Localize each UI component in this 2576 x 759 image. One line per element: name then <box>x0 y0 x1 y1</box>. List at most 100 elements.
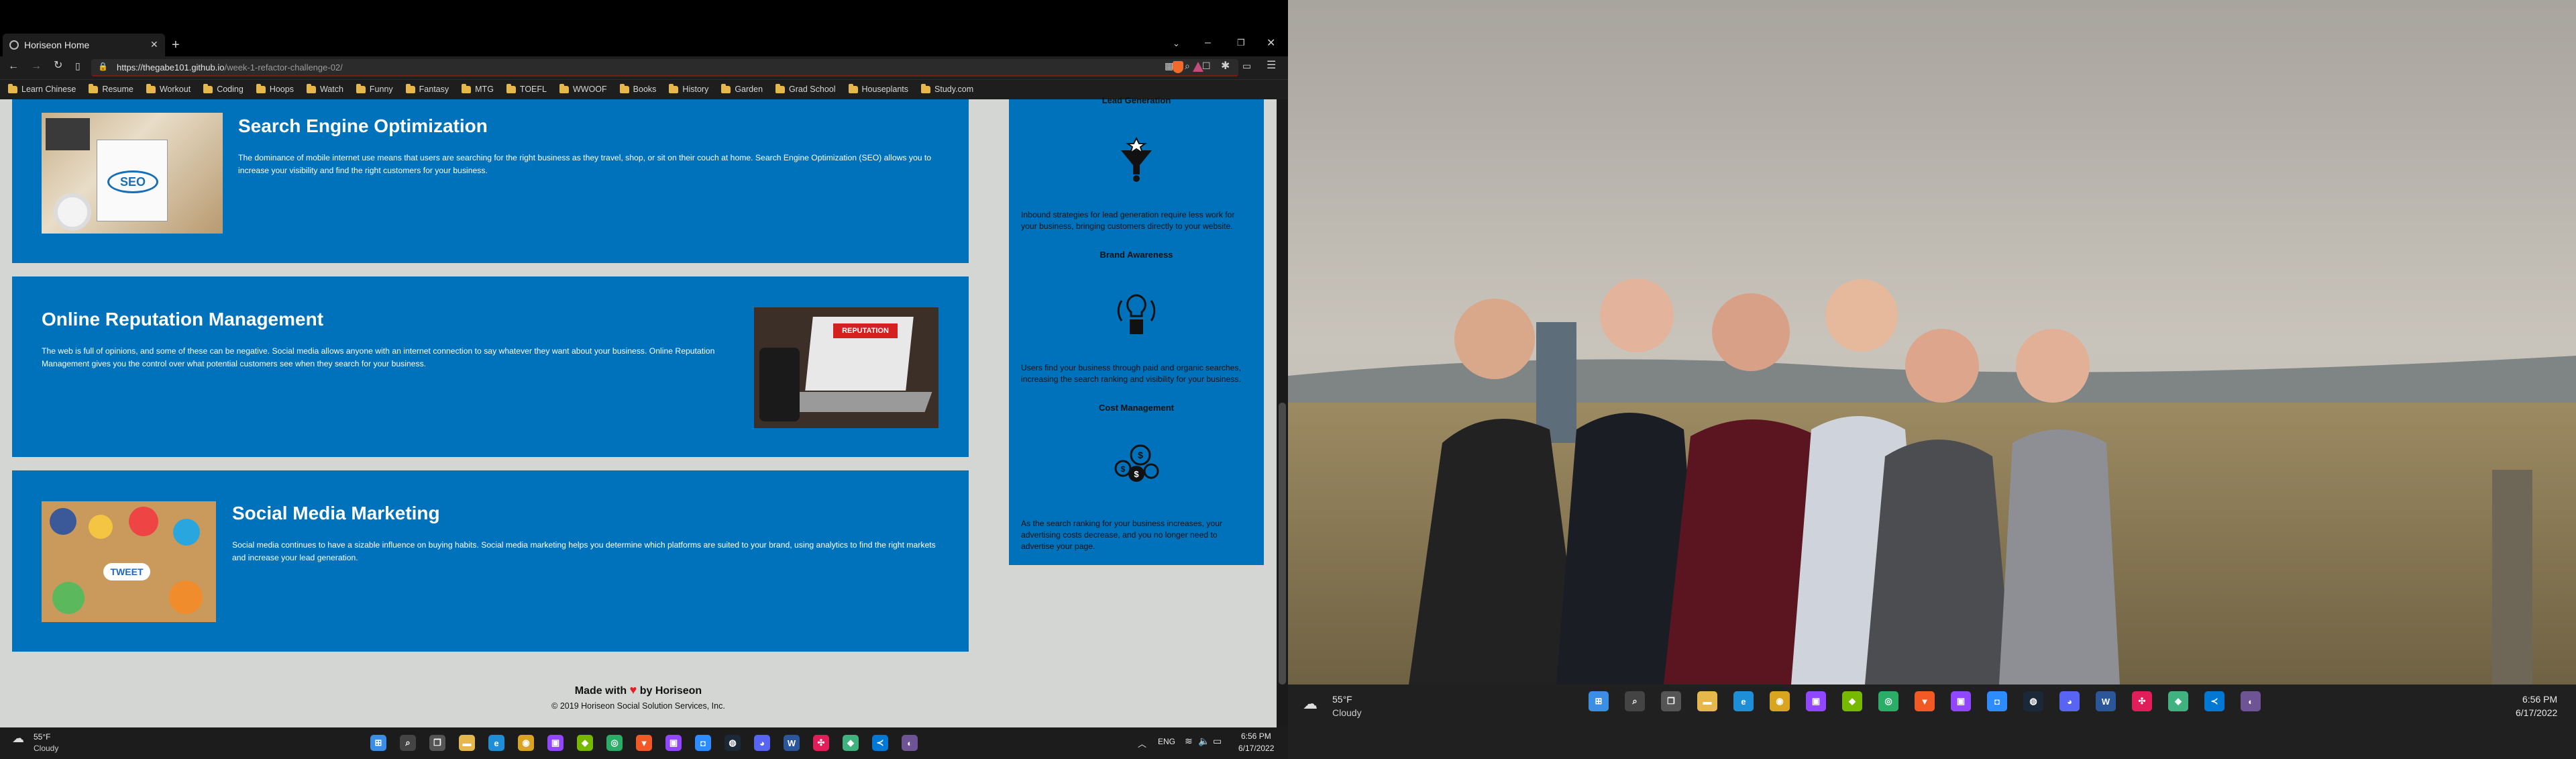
clock-date[interactable]: 6/17/2022 <box>1238 744 1274 753</box>
bookmark-item[interactable]: Study.com <box>921 83 974 94</box>
battery-icon[interactable]: ▭ <box>1213 736 1222 747</box>
close-tab-icon[interactable]: ✕ <box>150 40 158 49</box>
slack-icon[interactable]: ✣ <box>2132 691 2152 711</box>
bookmark-label: MTG <box>475 85 494 94</box>
bookmark-item[interactable]: MTG <box>462 83 494 94</box>
word-icon[interactable]: W <box>784 735 800 751</box>
chrome-icon[interactable]: ◉ <box>518 735 534 751</box>
scrollbar-thumb[interactable] <box>1279 403 1286 685</box>
brave-rewards-icon[interactable] <box>1193 62 1203 72</box>
tab-horiseon[interactable]: Horiseon Home ✕ <box>3 34 165 58</box>
reload-icon[interactable]: ↻ <box>54 60 62 71</box>
bookmark-item[interactable]: Houseplants <box>848 83 908 94</box>
weather-desc[interactable]: Cloudy <box>1332 707 1362 718</box>
bookmark-item[interactable]: Grad School <box>775 83 836 94</box>
cloud-icon: ☁ <box>12 731 24 745</box>
app-icon[interactable]: ◆ <box>843 735 859 751</box>
forward-icon[interactable]: → <box>31 61 42 72</box>
folder-icon <box>669 83 679 93</box>
app-icon[interactable]: ◆ <box>2168 691 2188 711</box>
language-indicator[interactable]: ENG <box>1158 737 1175 746</box>
brave-icon[interactable]: ▼ <box>636 735 652 751</box>
browser-window: Horiseon Home ✕ + ⌄ – ❐ ✕ ← → ↻ ▯ 🔒 http… <box>0 0 1288 727</box>
folder-icon <box>775 83 786 93</box>
social-image: TWEET <box>42 501 216 622</box>
folder-icon <box>462 83 472 93</box>
menu-icon[interactable]: ☰ <box>1267 60 1276 71</box>
vscode-icon[interactable]: ≺ <box>872 735 888 751</box>
windows-start-icon[interactable]: ⊞ <box>370 735 386 751</box>
bookmark-item[interactable]: History <box>669 83 708 94</box>
bookmark-item[interactable]: Funny <box>356 83 393 94</box>
clock-date[interactable]: 6/17/2022 <box>2516 707 2557 718</box>
new-tab-icon[interactable]: + <box>172 38 180 52</box>
bookmark-item[interactable]: WWOOF <box>559 83 607 94</box>
edge-icon[interactable]: e <box>1733 691 1754 711</box>
nvidia-icon[interactable]: ◆ <box>1842 691 1862 711</box>
weather-temp[interactable]: 55°F <box>34 732 50 742</box>
tab-search-icon[interactable]: ⌄ <box>1173 39 1180 48</box>
tray-chevron-icon[interactable]: ︿ <box>1138 737 1146 750</box>
minimize-icon[interactable]: – <box>1205 38 1211 48</box>
bookmark-item[interactable]: TOEFL <box>506 83 547 94</box>
zoom-icon[interactable]: ◘ <box>1987 691 2007 711</box>
steam-icon[interactable]: ◍ <box>2023 691 2043 711</box>
discord-icon[interactable]: ◕ <box>754 735 770 751</box>
nvidia-icon[interactable]: ◆ <box>577 735 593 751</box>
search-icon[interactable]: ⌕ <box>1625 691 1645 711</box>
twitch-alt-icon[interactable]: ▣ <box>1951 691 1971 711</box>
wifi-icon[interactable]: ≋ <box>1185 736 1193 747</box>
zoom-icon[interactable]: ◘ <box>695 735 711 751</box>
clock-time[interactable]: 6:56 PM <box>1241 731 1271 741</box>
wechat-icon[interactable]: ◎ <box>606 735 623 751</box>
chrome-icon[interactable]: ◉ <box>1770 691 1790 711</box>
discord-icon[interactable]: ◕ <box>2059 691 2080 711</box>
seo-image-label: SEO <box>107 170 158 193</box>
slack-icon[interactable]: ✣ <box>813 735 829 751</box>
windows-start-icon[interactable]: ⊞ <box>1589 691 1609 711</box>
bookmark-item[interactable]: Learn Chinese <box>8 83 76 94</box>
search-icon[interactable]: ⌕ <box>400 735 416 751</box>
brave-icon[interactable]: ▼ <box>1915 691 1935 711</box>
steam-icon[interactable]: ◍ <box>724 735 741 751</box>
bookmark-label: Study.com <box>934 85 974 94</box>
bookmark-item[interactable]: Fantasy <box>405 83 449 94</box>
bookmark-item[interactable]: Watch <box>306 83 343 94</box>
task-view-icon[interactable]: ❐ <box>1661 691 1681 711</box>
volume-icon[interactable]: 🔈 <box>1198 736 1210 747</box>
bookmark-label: Fantasy <box>419 85 449 94</box>
back-icon[interactable]: ← <box>8 61 19 72</box>
bookmark-item[interactable]: Workout <box>146 83 191 94</box>
weather-temp[interactable]: 55°F <box>1332 694 1352 705</box>
extensions-icon[interactable]: ✱ <box>1221 61 1230 72</box>
wallet-icon[interactable]: ▭ <box>1242 61 1251 70</box>
address-bar[interactable]: 🔒 https://thegabe101.github.io/week-1-re… <box>91 59 1238 77</box>
bookmark-item[interactable]: Resume <box>89 83 133 94</box>
clock-time[interactable]: 6:56 PM <box>2522 694 2557 705</box>
page-footer: Made with ♥ by Horiseon © 2019 Horiseon … <box>0 683 1277 711</box>
bookmark-item[interactable]: Garden <box>721 83 763 94</box>
bookmark-item[interactable]: Books <box>619 83 656 94</box>
github-icon[interactable]: ◐ <box>2241 691 2261 711</box>
bookmark-icon[interactable]: ▯ <box>75 61 80 70</box>
weather-desc[interactable]: Cloudy <box>34 744 58 753</box>
wechat-icon[interactable]: ◎ <box>1878 691 1898 711</box>
task-view-icon[interactable]: ❐ <box>429 735 445 751</box>
zoom-icon[interactable]: ⌕ <box>1185 61 1190 70</box>
vscode-icon[interactable]: ≺ <box>2204 691 2224 711</box>
github-icon[interactable]: ◐ <box>902 735 918 751</box>
bookmark-label: Watch <box>319 85 343 94</box>
tab-strip <box>0 34 1288 58</box>
word-icon[interactable]: W <box>2096 691 2116 711</box>
bookmark-item[interactable]: Coding <box>203 83 244 94</box>
bookmark-item[interactable]: Hoops <box>256 83 294 94</box>
close-window-icon[interactable]: ✕ <box>1267 38 1275 49</box>
twitch-icon[interactable]: ▣ <box>1806 691 1826 711</box>
twitch-alt-icon[interactable]: ▣ <box>665 735 682 751</box>
brave-shields-icon[interactable] <box>1173 61 1183 73</box>
edge-icon[interactable]: e <box>488 735 504 751</box>
file-explorer-icon[interactable]: ▬ <box>1697 691 1717 711</box>
maximize-icon[interactable]: ❐ <box>1237 38 1245 47</box>
file-explorer-icon[interactable]: ▬ <box>459 735 475 751</box>
twitch-icon[interactable]: ▣ <box>547 735 564 751</box>
